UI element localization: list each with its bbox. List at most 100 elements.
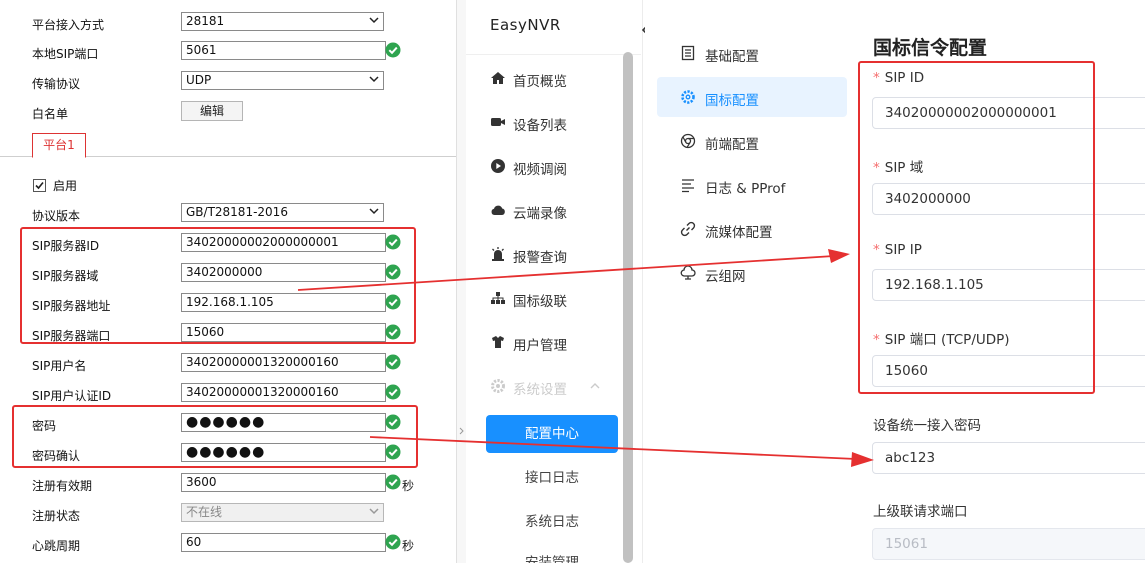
- sidebar-subitem-config-center[interactable]: 配置中心: [486, 415, 618, 453]
- link-icon: [680, 221, 696, 237]
- select-value: 28181: [186, 14, 225, 28]
- sidebar-item-video[interactable]: 视频调阅: [490, 152, 630, 180]
- sidebar-item-label: 设备列表: [513, 118, 567, 134]
- device-config-panel: 平台接入方式 28181 本地SIP端口 5061 传输协议 UDP 白名单 编…: [0, 0, 456, 563]
- play-icon: [491, 159, 505, 173]
- sidebar-subitem-install[interactable]: 安装管理: [486, 544, 618, 563]
- annotation-box-password: [12, 405, 418, 468]
- menu-item-label: 日志 & PProf: [705, 181, 786, 197]
- menu-item-label: 流媒体配置: [705, 225, 773, 241]
- sidebar-item-gb-cascade[interactable]: 国标级联: [490, 284, 630, 312]
- sidebar-subitem-api-log[interactable]: 接口日志: [486, 459, 618, 497]
- transport-row: 传输协议 UDP: [0, 70, 456, 94]
- enable-checkbox[interactable]: [33, 179, 46, 192]
- menu-item-gb-config[interactable]: 国标配置: [657, 77, 847, 117]
- device-password-input[interactable]: abc123: [872, 442, 1145, 474]
- menu-item-label: 国标配置: [705, 93, 759, 109]
- protocol-version-row: 协议版本 GB/T28181-2016: [0, 202, 456, 226]
- gear-icon: [681, 90, 695, 104]
- field-label: 本地SIP端口: [32, 47, 99, 61]
- check-circle-icon: [385, 384, 401, 400]
- sidebar: EasyNVR 首页概览 设备列表 视频调阅 云端录像 报警查询 国标级联 用户…: [466, 0, 643, 563]
- check-circle-icon: [385, 534, 401, 550]
- register-expiry-input[interactable]: 3600: [181, 473, 386, 492]
- unit-label: 秒: [402, 479, 415, 493]
- select-value: GB/T28181-2016: [186, 205, 288, 219]
- sidebar-scrollbar[interactable]: [623, 52, 633, 563]
- select-value: 不在线: [186, 505, 223, 519]
- sip-auth-id-row: SIP用户认证ID 34020000001320000160: [0, 382, 456, 406]
- gear-icon: [491, 379, 505, 393]
- menu-item-log-pprof[interactable]: 日志 & PProf: [657, 165, 847, 205]
- chevron-down-icon: [369, 17, 379, 24]
- annotation-box-sip-server: [20, 227, 416, 344]
- field-label: SIP用户名: [32, 359, 87, 373]
- register-status-select: 不在线: [181, 503, 384, 522]
- check-circle-icon: [385, 42, 401, 58]
- sidebar-item-label: 首页概览: [513, 74, 567, 90]
- check-circle-icon: [385, 474, 401, 490]
- sidebar-item-alarms[interactable]: 报警查询: [490, 240, 630, 268]
- field-label: 白名单: [32, 107, 69, 121]
- menu-item-label: 云组网: [705, 269, 746, 285]
- local-sip-port-input[interactable]: 5061: [181, 41, 386, 60]
- cloud-icon: [491, 205, 505, 215]
- menu-item-label: 基础配置: [705, 49, 759, 65]
- sidebar-subitem-label: 安装管理: [525, 555, 579, 563]
- menu-item-media-config[interactable]: 流媒体配置: [657, 209, 847, 249]
- field-label: 心跳周期: [32, 539, 81, 553]
- camera-icon: [491, 118, 505, 126]
- menu-item-basic-config[interactable]: 基础配置: [657, 33, 847, 73]
- heartbeat-row: 心跳周期 60 秒: [0, 532, 456, 556]
- sidebar-item-cloud-recording[interactable]: 云端录像: [490, 196, 630, 224]
- sidebar-item-label: 用户管理: [513, 338, 567, 354]
- settings-menu: 基础配置 国标配置 前端配置 日志 & PProf 流媒体配置 云组网: [645, 0, 855, 563]
- cascade-port-label: 上级联请求端口: [873, 504, 968, 520]
- sidebar-item-label: 云端录像: [513, 206, 567, 222]
- cloud-network-icon: [680, 265, 696, 280]
- field-label: 传输协议: [32, 77, 81, 91]
- cascade-port-input: 15061: [872, 528, 1145, 560]
- local-sip-port-row: 本地SIP端口 5061: [0, 40, 456, 64]
- select-value: UDP: [186, 73, 212, 87]
- protocol-version-select[interactable]: GB/T28181-2016: [181, 203, 384, 222]
- cascade-icon: [491, 292, 505, 304]
- user-icon: [492, 336, 504, 348]
- check-circle-icon: [385, 354, 401, 370]
- tab-platform-1[interactable]: 平台1: [32, 133, 86, 158]
- page-title: 国标信令配置: [873, 37, 988, 59]
- field-label: 注册状态: [32, 509, 81, 523]
- whitelist-edit-button[interactable]: 编辑: [181, 101, 243, 121]
- heartbeat-input[interactable]: 60: [181, 533, 386, 552]
- field-label: 协议版本: [32, 209, 81, 223]
- chevron-down-icon: [369, 76, 379, 83]
- sidebar-item-home[interactable]: 首页概览: [490, 64, 630, 92]
- sidebar-subitem-system-log[interactable]: 系统日志: [486, 503, 618, 541]
- menu-item-label: 前端配置: [705, 137, 759, 153]
- alarm-icon: [492, 247, 504, 261]
- transport-select[interactable]: UDP: [181, 71, 384, 90]
- sip-auth-id-input[interactable]: 34020000001320000160: [181, 383, 386, 402]
- unit-label: 秒: [402, 539, 415, 553]
- menu-item-cloud-network[interactable]: 云组网: [657, 253, 847, 293]
- sidebar-item-label: 国标级联: [513, 294, 567, 310]
- brand-logo-text: EasyNVR: [490, 16, 561, 34]
- chevron-up-icon: [590, 383, 600, 389]
- sidebar-item-system-settings[interactable]: 系统设置: [490, 372, 630, 400]
- access-mode-select[interactable]: 28181: [181, 12, 384, 31]
- chevron-down-icon: [369, 208, 379, 215]
- menu-item-frontend-config[interactable]: 前端配置: [657, 121, 847, 161]
- list-icon: [682, 179, 694, 193]
- sip-username-input[interactable]: 34020000001320000160: [181, 353, 386, 372]
- access-mode-row: 平台接入方式 28181: [0, 11, 456, 35]
- gb-signaling-form: 国标信令配置 * SIP ID 34020000002000000001 * SIP…: [855, 0, 1145, 563]
- sidebar-item-users[interactable]: 用户管理: [490, 328, 630, 356]
- field-label: 注册有效期: [32, 479, 93, 493]
- register-expiry-row: 注册有效期 3600 秒: [0, 472, 456, 496]
- field-label: 平台接入方式: [32, 18, 105, 32]
- document-icon: [681, 45, 695, 61]
- divider: [466, 54, 641, 55]
- chrome-icon: [680, 133, 696, 149]
- sidebar-item-devices[interactable]: 设备列表: [490, 108, 630, 136]
- home-icon: [491, 72, 505, 84]
